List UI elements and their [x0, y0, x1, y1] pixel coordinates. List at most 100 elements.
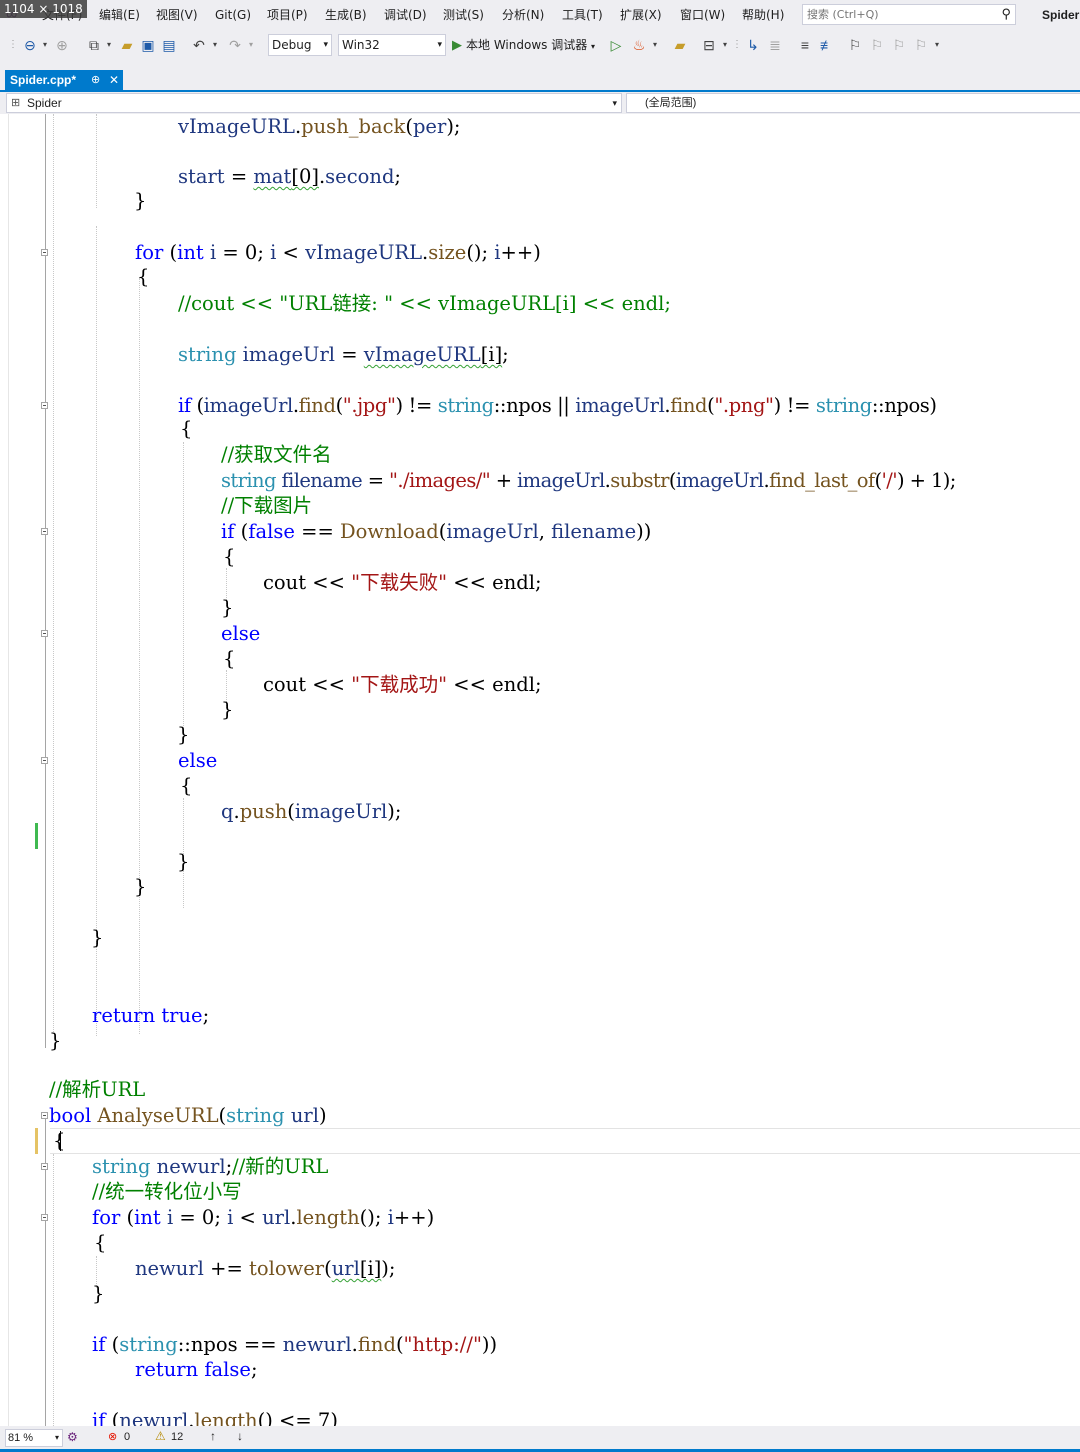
menu-debug[interactable]: 调试(D)	[384, 0, 427, 30]
search-box[interactable]: ⚲	[802, 4, 1016, 25]
code-line: string filename = "./images/" + imageUrl…	[221, 469, 956, 492]
navigate-forward-icon[interactable]: ⊕	[53, 35, 71, 55]
project-scope-select[interactable]: ⊞ Spider ▾	[6, 93, 622, 113]
comment-lines-icon[interactable]: ≡	[796, 35, 814, 55]
code-line: string imageUrl = vImageURL[i];	[178, 343, 509, 366]
folder-icon[interactable]: ▰	[670, 35, 690, 55]
indent-guide	[139, 278, 140, 1034]
code-line: }	[221, 596, 234, 619]
search-icon[interactable]: ⚲	[1001, 6, 1011, 22]
layout-dropdown-icon[interactable]: ▾	[720, 35, 730, 55]
code-line: //获取文件名	[221, 443, 332, 466]
step-into-icon[interactable]: ↳	[744, 35, 762, 55]
project-icon: ⊞	[11, 97, 21, 109]
open-file-icon[interactable]: ▰	[118, 35, 136, 55]
code-line: }	[177, 723, 190, 746]
save-icon[interactable]: ▣	[139, 35, 157, 55]
code-line: return false;	[135, 1358, 258, 1381]
undo-icon[interactable]: ↶	[190, 35, 208, 55]
indent-guide	[96, 114, 97, 208]
previous-bookmark-icon[interactable]: ⚐	[868, 35, 886, 55]
format-icon[interactable]: ≣	[766, 35, 784, 55]
toolbar-grip-icon[interactable]: ⋮	[8, 35, 18, 55]
menu-edit[interactable]: 编辑(E)	[99, 0, 140, 30]
zoom-select[interactable]: 81 % ▾	[5, 1429, 63, 1447]
start-debugging-button[interactable]: ▶ 本地 Windows 调试器 ▾	[452, 34, 595, 56]
toolbar-grip-icon[interactable]: ⋮	[732, 35, 742, 55]
tab-spider-cpp[interactable]: Spider.cpp* ⊕ ✕	[5, 70, 123, 90]
collapse-icon[interactable]	[41, 528, 48, 535]
platform-value: Win32	[342, 38, 380, 52]
navigate-back-icon[interactable]: ⊖	[20, 35, 40, 55]
collapse-icon[interactable]	[41, 249, 48, 256]
document-tab-bar: Spider.cpp* ⊕ ✕	[0, 60, 1080, 92]
redo-dropdown-icon[interactable]: ▾	[246, 35, 256, 55]
code-line: cout << "下载失败" << endl;	[263, 571, 542, 594]
undo-dropdown-icon[interactable]: ▾	[210, 35, 220, 55]
menu-view[interactable]: 视图(V)	[156, 0, 198, 30]
chevron-down-icon: ▾	[591, 42, 596, 51]
menu-build[interactable]: 生成(B)	[325, 0, 367, 30]
code-line: {	[53, 1129, 66, 1152]
collapse-icon[interactable]	[41, 402, 48, 409]
menu-project[interactable]: 项目(P)	[267, 0, 308, 30]
code-line: if (false == Download(imageUrl, filename…	[221, 520, 652, 543]
play-icon: ▶	[452, 38, 462, 53]
bookmark-icon[interactable]: ⚐	[846, 35, 864, 55]
menu-git[interactable]: Git(G)	[215, 0, 251, 30]
new-project-icon[interactable]: ⧉	[84, 35, 104, 55]
code-line: if (newurl.length() <= 7)	[92, 1409, 338, 1426]
toolbar-overflow-icon[interactable]: ▾	[932, 35, 942, 55]
left-margin	[8, 114, 9, 1426]
pin-tab-icon[interactable]: ⊕	[91, 70, 100, 90]
new-dropdown-icon[interactable]: ▾	[104, 35, 114, 55]
tab-label: Spider.cpp*	[10, 73, 77, 87]
uncomment-lines-icon[interactable]: ≢	[818, 35, 836, 55]
menu-analyze[interactable]: 分析(N)	[502, 0, 544, 30]
menu-tools[interactable]: 工具(T)	[562, 0, 603, 30]
menu-test[interactable]: 测试(S)	[443, 0, 484, 30]
error-count[interactable]: 0	[124, 1431, 130, 1443]
intellicode-icon[interactable]: ⚙	[67, 1430, 78, 1444]
clear-bookmarks-icon[interactable]: ⚐	[912, 35, 930, 55]
code-line: //统一转化位小写	[92, 1180, 242, 1203]
collapse-icon[interactable]	[41, 630, 48, 637]
close-tab-icon[interactable]: ✕	[109, 70, 119, 90]
back-dropdown-icon[interactable]: ▾	[40, 35, 50, 55]
code-line: q.push(imageUrl);	[221, 800, 402, 823]
warning-count[interactable]: 12	[171, 1431, 183, 1443]
hot-reload-icon[interactable]: ♨	[630, 35, 648, 55]
collapse-icon[interactable]	[41, 1214, 48, 1221]
next-bookmark-icon[interactable]: ⚐	[890, 35, 908, 55]
global-scope-value: (全局范围)	[645, 97, 697, 109]
search-input[interactable]	[803, 5, 991, 24]
code-line: string newurl;//新的URL	[92, 1155, 329, 1178]
solution-configuration-select[interactable]: Debug ▾	[268, 34, 332, 56]
start-without-debugging-icon[interactable]: ▷	[608, 35, 624, 55]
collapse-icon[interactable]	[41, 1163, 48, 1170]
code-editor[interactable]: vImageURL.push_back(per); start = mat[0]…	[0, 114, 1080, 1426]
redo-icon[interactable]: ↷	[226, 35, 244, 55]
save-all-icon[interactable]: ▤	[160, 35, 178, 55]
menu-help[interactable]: 帮助(H)	[742, 0, 784, 30]
collapse-icon[interactable]	[41, 757, 48, 764]
warning-icon[interactable]: ⚠	[155, 1429, 166, 1443]
code-line: }	[134, 875, 147, 898]
collapse-icon[interactable]	[41, 1112, 48, 1119]
arrow-down-icon[interactable]: ↓	[237, 1429, 243, 1443]
arrow-up-icon[interactable]: ↑	[210, 1429, 216, 1443]
hot-reload-dropdown-icon[interactable]: ▾	[650, 35, 660, 55]
error-icon[interactable]: ⊗	[108, 1430, 117, 1443]
chevron-down-icon: ▾	[612, 98, 617, 108]
menu-window[interactable]: 窗口(W)	[680, 0, 725, 30]
code-line: {	[223, 545, 236, 568]
chevron-down-icon: ▾	[437, 40, 442, 50]
solution-platform-select[interactable]: Win32 ▾	[338, 34, 446, 56]
global-scope-select[interactable]: (全局范围)	[626, 93, 1080, 113]
project-scope-value: Spider	[27, 96, 62, 110]
code-line: }	[134, 189, 147, 212]
code-line: cout << "下载成功" << endl;	[263, 673, 542, 696]
code-line: {	[137, 265, 150, 288]
window-layout-icon[interactable]: ⊟	[700, 35, 718, 55]
menu-extensions[interactable]: 扩展(X)	[620, 0, 662, 30]
